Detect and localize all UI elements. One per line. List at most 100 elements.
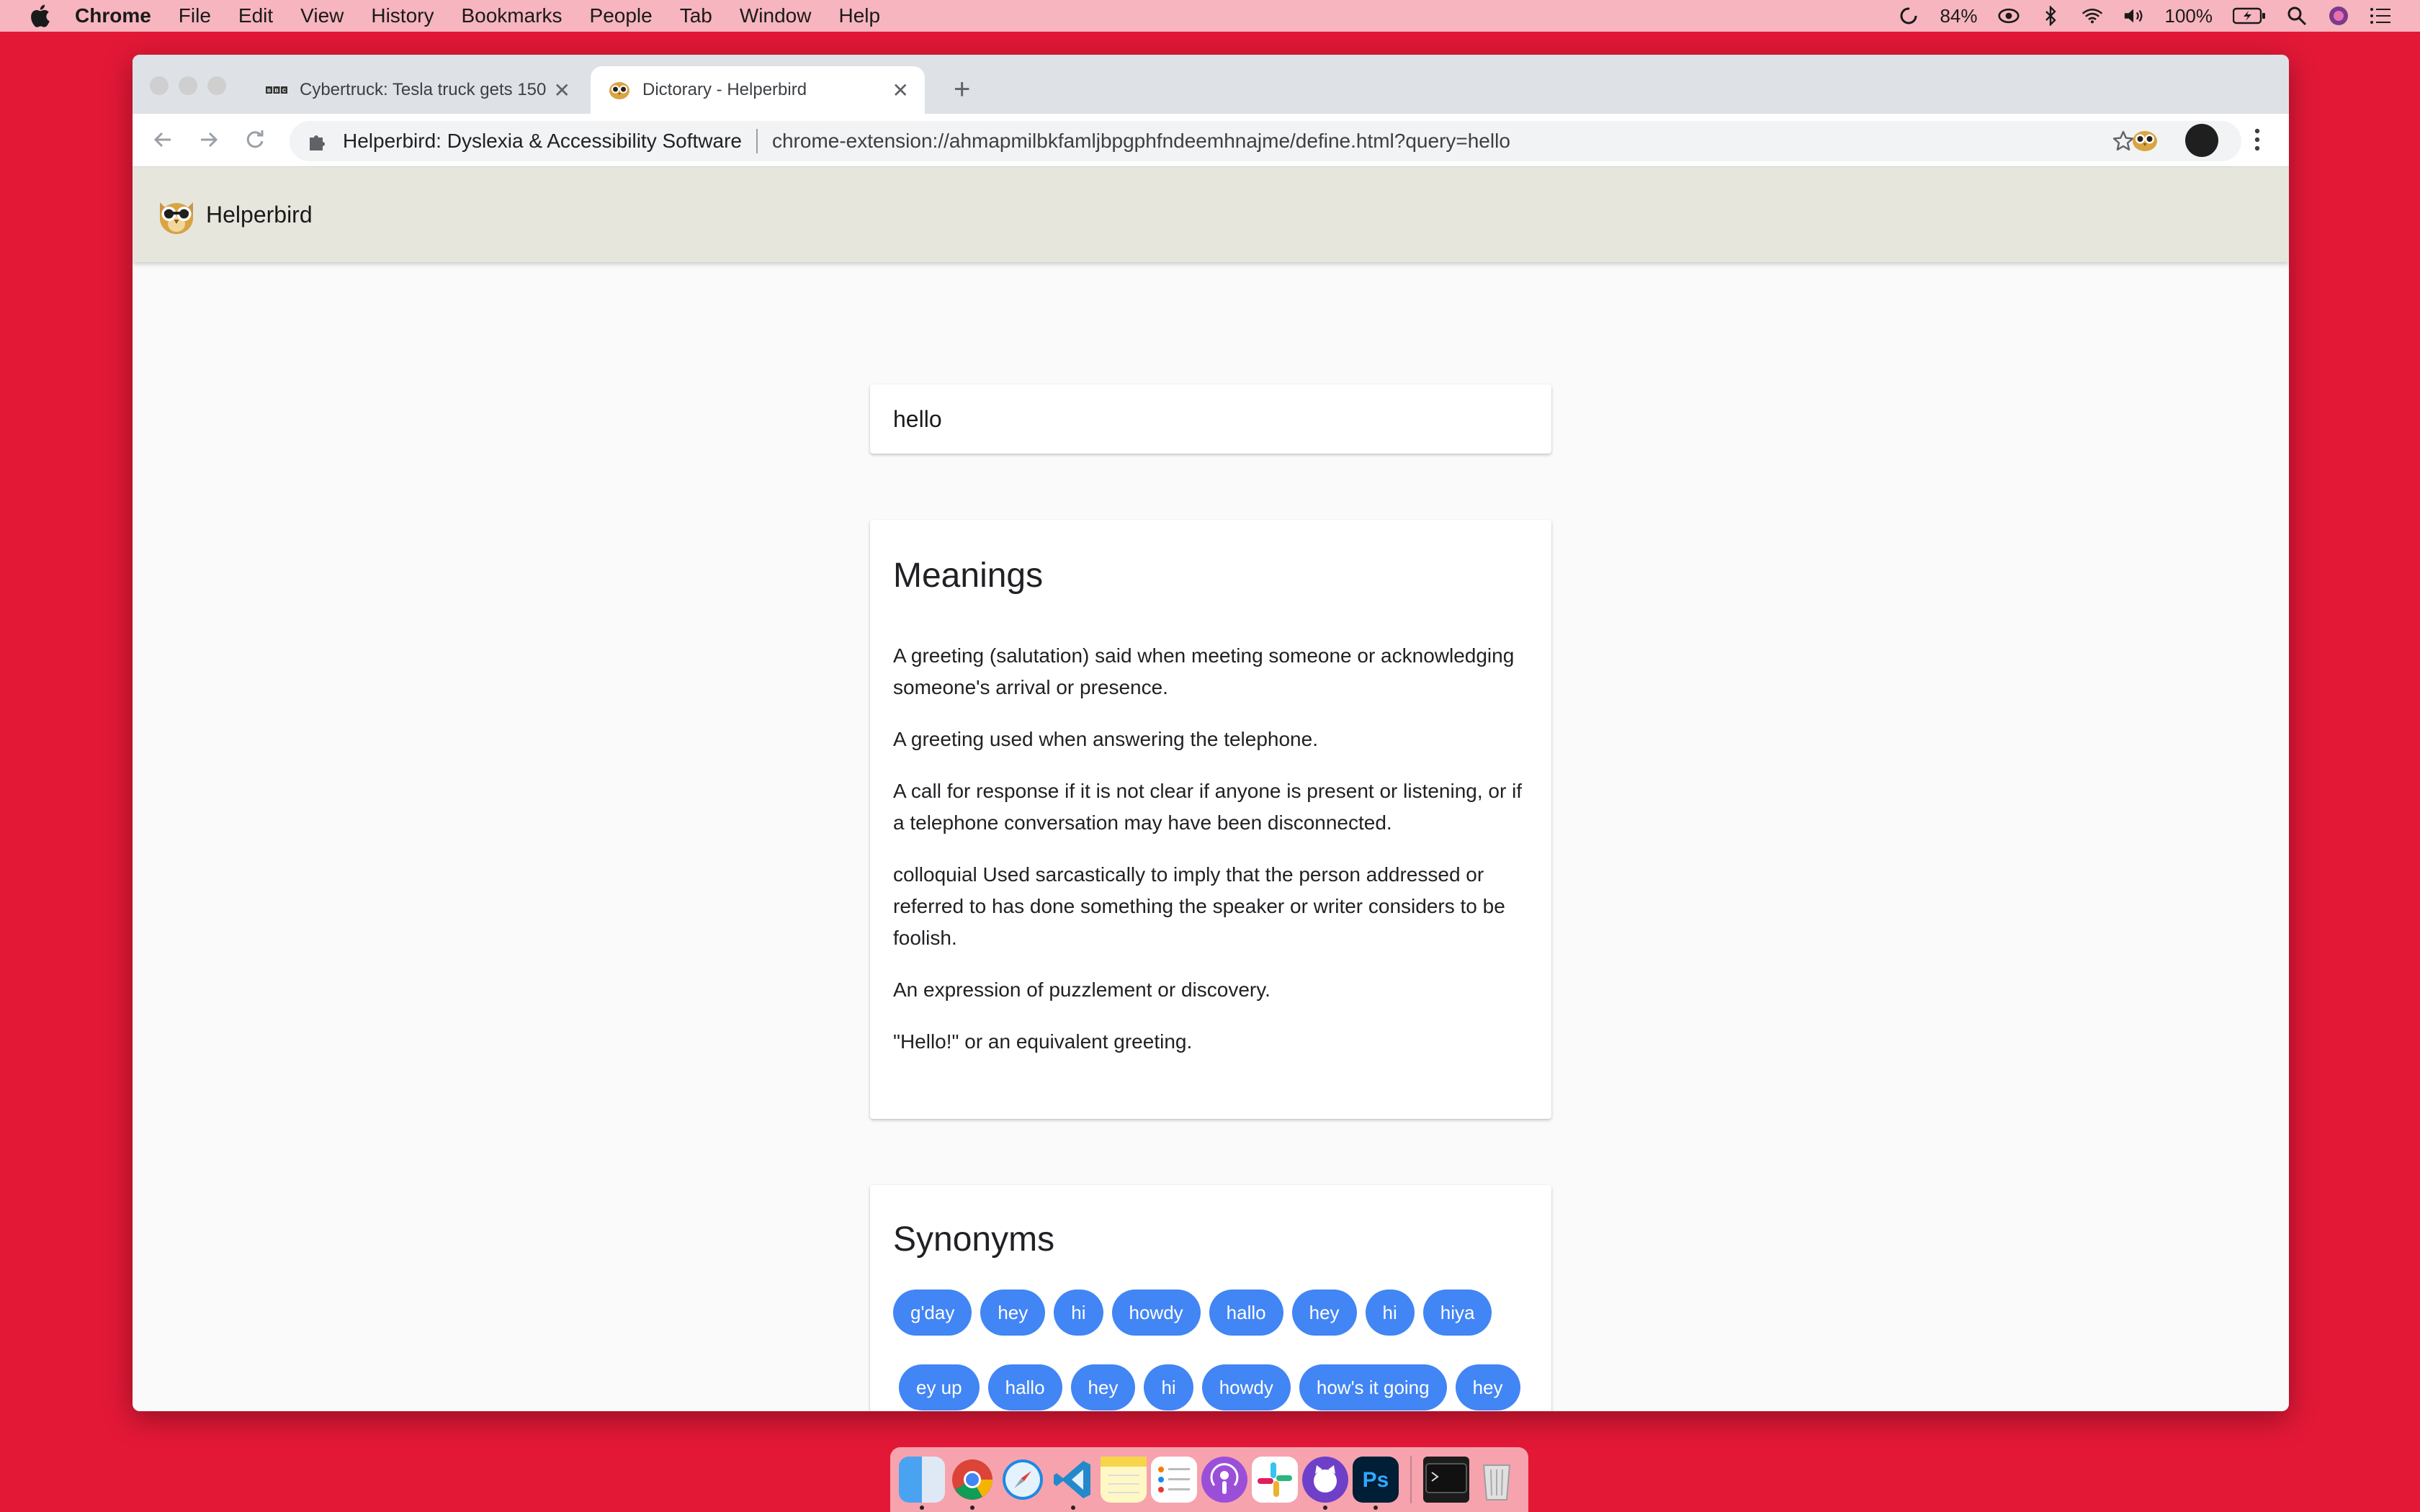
safari-icon[interactable]: [1000, 1457, 1046, 1503]
url-text[interactable]: chrome-extension://ahmapmilbkfamljbpgphf…: [772, 130, 1510, 153]
trash-icon[interactable]: [1474, 1457, 1520, 1503]
window-minimize-button[interactable]: [179, 76, 197, 95]
main-content: Meanings A greeting (salutation) said wh…: [133, 262, 2289, 1411]
chrome-icon[interactable]: [949, 1457, 995, 1510]
meaning-item: A call for response if it is not clear i…: [893, 780, 1523, 834]
creative-cloud-icon[interactable]: [1997, 5, 2020, 27]
browser-window: B B C Cybertruck: Tesla truck gets 150 ✕…: [133, 55, 2289, 1411]
dock: Ps: [890, 1447, 1528, 1512]
search-input[interactable]: [893, 405, 1512, 433]
activity-spinner-icon[interactable]: [1898, 5, 1919, 27]
synonym-chip[interactable]: howdy: [1111, 1290, 1201, 1336]
tab-dictionary[interactable]: Dictorary - Helperbird ✕: [591, 66, 925, 114]
back-icon[interactable]: [148, 125, 177, 154]
synonym-row: ey up hallo hey hi howdy how's it going …: [893, 1364, 1528, 1410]
podcasts-icon[interactable]: [1201, 1457, 1247, 1503]
forward-icon[interactable]: [194, 125, 223, 154]
omnibox-divider: [756, 129, 758, 153]
bbc-icon: B B C: [266, 86, 287, 94]
battery-icon[interactable]: [2233, 5, 2266, 27]
menu-tab[interactable]: Tab: [680, 4, 712, 27]
menu-file[interactable]: File: [179, 4, 211, 27]
synonym-chip[interactable]: ey up: [899, 1364, 980, 1410]
notification-center-icon[interactable]: [2370, 5, 2391, 27]
meaning-item: "Hello!" or an equivalent greeting.: [893, 1030, 1193, 1053]
tab-close-icon[interactable]: ✕: [554, 78, 570, 102]
bluetooth-icon[interactable]: [2040, 5, 2061, 27]
puzzle-piece-icon: [310, 135, 325, 150]
apple-icon[interactable]: [29, 4, 50, 28]
battery-percent: 100%: [2164, 4, 2213, 27]
synonym-chip[interactable]: hey: [1291, 1290, 1357, 1336]
tab-close-icon[interactable]: ✕: [892, 78, 909, 102]
github-desktop-icon[interactable]: [1302, 1457, 1348, 1510]
owl-icon: [609, 82, 629, 99]
photoshop-icon[interactable]: Ps: [1353, 1457, 1399, 1510]
menu-history[interactable]: History: [371, 4, 434, 27]
tab-title: Dictorary - Helperbird: [642, 80, 807, 99]
siri-icon[interactable]: [2328, 5, 2349, 27]
chrome-menu-icon[interactable]: [2250, 125, 2264, 154]
menu-help[interactable]: Help: [838, 4, 880, 27]
wifi-icon[interactable]: [2081, 5, 2103, 27]
synonyms-card: Synonyms g'day hey hi howdy hallo hey hi…: [870, 1185, 1551, 1411]
synonym-row: g'day hey hi howdy hallo hey hi hiya: [893, 1290, 1528, 1336]
spotlight-search-icon[interactable]: [2286, 5, 2308, 27]
synonym-chip[interactable]: howdy: [1201, 1364, 1291, 1410]
site-name: Helperbird: Dyslexia & Accessibility Sof…: [343, 130, 742, 152]
status-area: 84% 100%: [1898, 0, 2391, 32]
dock-separator: [1410, 1456, 1412, 1503]
meanings-heading: Meanings: [893, 557, 1044, 595]
svg-text:Ps: Ps: [1363, 1468, 1389, 1492]
cpu-percent: 84%: [1940, 4, 1978, 27]
search-card: [870, 384, 1551, 454]
synonym-chip[interactable]: hi: [1365, 1290, 1415, 1336]
synonym-chip[interactable]: how's it going: [1299, 1364, 1447, 1410]
volume-icon[interactable]: [2123, 5, 2145, 27]
svg-text:C: C: [282, 89, 286, 94]
synonym-chip[interactable]: hi: [1054, 1290, 1103, 1336]
tab-cybertruck[interactable]: B B C Cybertruck: Tesla truck gets 150 ✕: [248, 66, 586, 114]
slack-icon[interactable]: [1252, 1457, 1298, 1503]
meaning-item: colloquial Used sarcastically to imply t…: [893, 863, 1505, 949]
synonym-chip[interactable]: hiya: [1422, 1290, 1492, 1336]
menu-edit[interactable]: Edit: [238, 4, 273, 27]
tab-strip: B B C Cybertruck: Tesla truck gets 150 ✕…: [133, 55, 2289, 114]
new-tab-icon[interactable]: +: [954, 72, 970, 107]
reload-icon[interactable]: [241, 125, 269, 154]
window-zoom-button[interactable]: [207, 76, 226, 95]
synonym-chip[interactable]: g'day: [893, 1290, 972, 1336]
synonym-chip[interactable]: hallo: [987, 1364, 1062, 1410]
synonyms-heading: Synonyms: [893, 1220, 1055, 1259]
terminal-icon[interactable]: [1423, 1457, 1469, 1503]
helperbird-extension-icon[interactable]: [2130, 125, 2159, 154]
profile-avatar[interactable]: [2185, 124, 2218, 157]
menu-view[interactable]: View: [300, 4, 344, 27]
menu-window[interactable]: Window: [740, 4, 812, 27]
browser-toolbar: Helperbird: Dyslexia & Accessibility Sof…: [133, 114, 2289, 167]
vscode-icon[interactable]: [1050, 1457, 1096, 1510]
synonym-chip[interactable]: hallo: [1209, 1290, 1283, 1336]
synonym-chip[interactable]: hey: [980, 1290, 1046, 1336]
synonym-chip[interactable]: hey: [1455, 1364, 1520, 1410]
reminders-icon[interactable]: [1151, 1457, 1197, 1503]
address-bar[interactable]: Helperbird: Dyslexia & Accessibility Sof…: [290, 121, 2241, 161]
menu-bookmarks[interactable]: Bookmarks: [461, 4, 562, 27]
synonym-chip[interactable]: hey: [1070, 1364, 1136, 1410]
svg-text:B: B: [267, 89, 271, 94]
helperbird-logo-icon[interactable]: [154, 192, 199, 237]
meaning-item: A greeting (salutation) said when meetin…: [893, 644, 1515, 698]
window-close-button[interactable]: [150, 76, 169, 95]
menu-people[interactable]: People: [590, 4, 653, 27]
synonym-chip[interactable]: hi: [1144, 1364, 1193, 1410]
menu-app-name[interactable]: Chrome: [75, 4, 151, 27]
notes-icon[interactable]: [1101, 1457, 1147, 1503]
app-title[interactable]: Helperbird: [206, 202, 313, 228]
meaning-item: An expression of puzzlement or discovery…: [893, 978, 1270, 1001]
finder-icon[interactable]: [899, 1457, 945, 1510]
app-header: Helperbird: [133, 167, 2289, 262]
tab-title: Cybertruck: Tesla truck gets 150: [300, 80, 547, 99]
meanings-card: Meanings A greeting (salutation) said wh…: [870, 520, 1551, 1119]
svg-text:B: B: [274, 89, 278, 94]
meaning-item: A greeting used when answering the telep…: [893, 728, 1318, 750]
